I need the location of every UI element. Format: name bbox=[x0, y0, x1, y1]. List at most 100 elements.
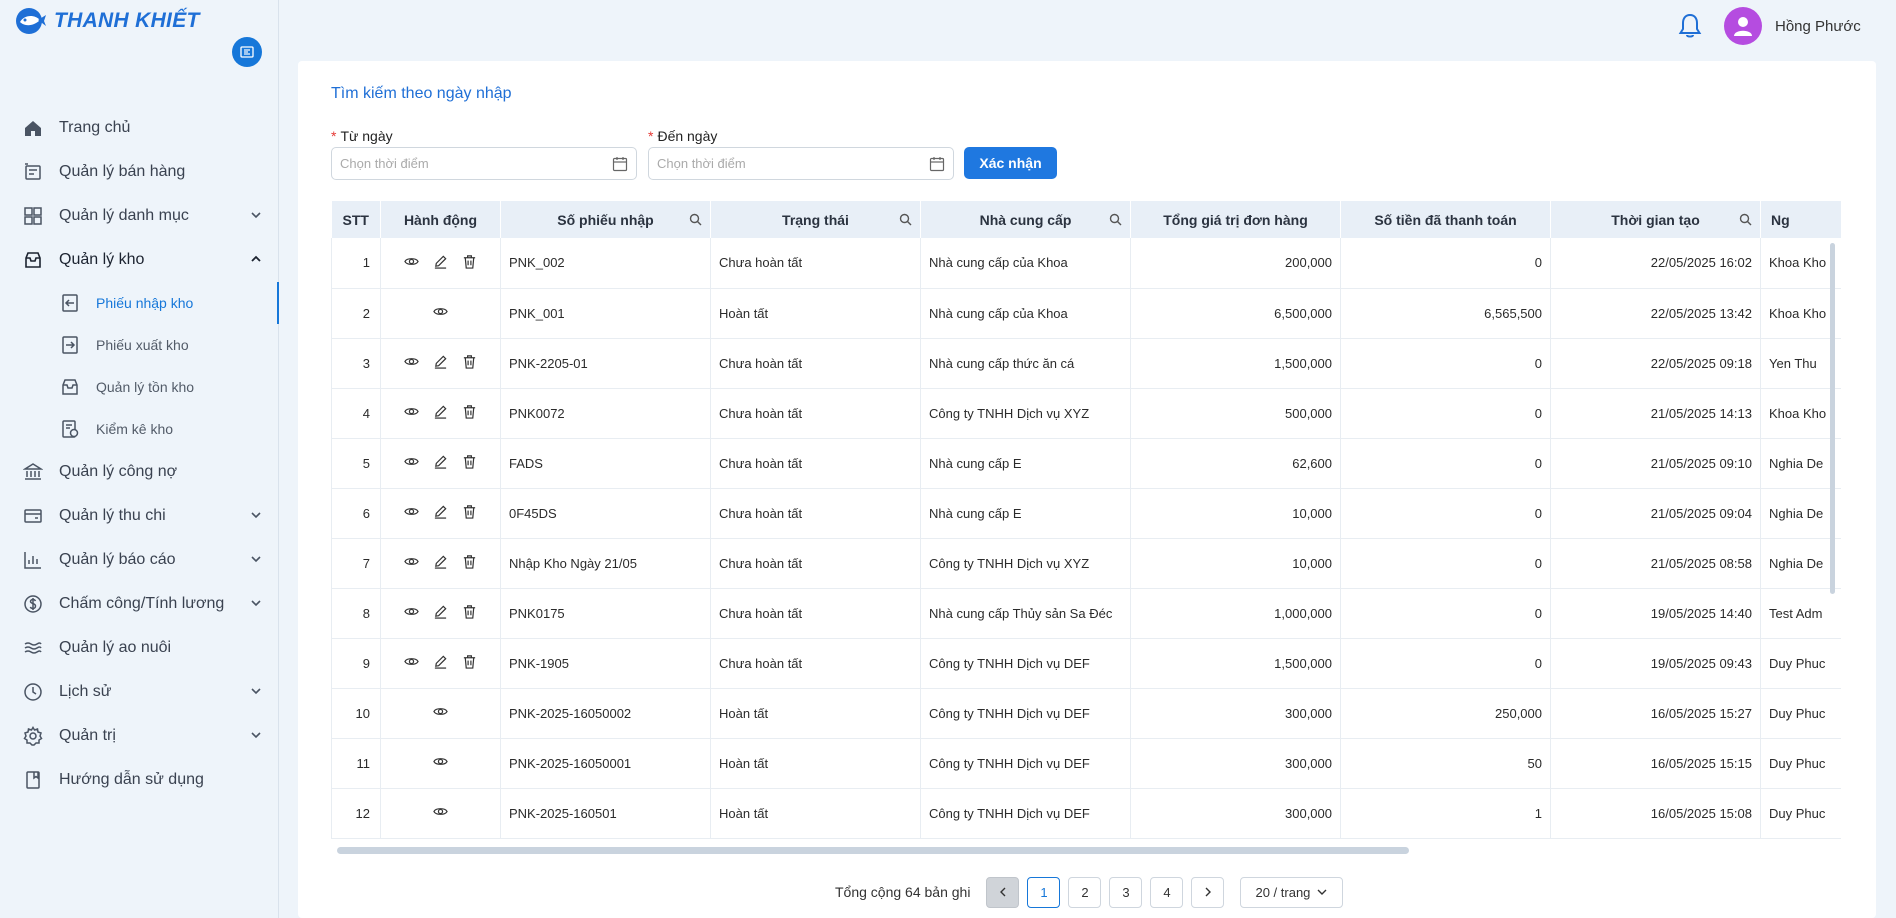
search-icon[interactable] bbox=[689, 213, 702, 226]
avatar[interactable] bbox=[1724, 7, 1762, 45]
delete-icon[interactable] bbox=[462, 254, 477, 269]
page-size-value: 20 / trang bbox=[1255, 884, 1311, 900]
sales-icon bbox=[22, 161, 44, 183]
page-button-4[interactable]: 4 bbox=[1150, 876, 1184, 908]
from-date-label-text: Từ ngày bbox=[340, 128, 393, 144]
search-icon[interactable] bbox=[1739, 213, 1752, 226]
cell-stt: 12 bbox=[331, 788, 381, 839]
table-row[interactable]: 12 PNK-2025-160501 Hoàn tất Công ty TNHH Dị… bbox=[331, 788, 1841, 839]
wallet-icon bbox=[22, 505, 44, 527]
table-row[interactable]: 10 PNK-2025-16050002 Hoàn tất Công ty TNHH … bbox=[331, 688, 1841, 739]
page-size-select[interactable]: 20 / trang bbox=[1240, 876, 1344, 908]
from-date-picker[interactable] bbox=[331, 147, 637, 180]
sidebar-item-cashflow[interactable]: Quản lý thu chi bbox=[0, 494, 279, 538]
sidebar-item-import-receipt[interactable]: Phiếu nhập kho bbox=[0, 282, 279, 324]
bell-icon[interactable] bbox=[1677, 12, 1703, 40]
page-button-3[interactable]: 3 bbox=[1109, 876, 1143, 908]
delete-icon[interactable] bbox=[462, 554, 477, 569]
cell-paid: 0 bbox=[1340, 238, 1551, 289]
table-row[interactable]: 5 FADS Chưa hoàn tất Nhà cung cấp E 62,600 0 2… bbox=[331, 438, 1841, 489]
username[interactable]: Hồng Phước bbox=[1775, 18, 1861, 35]
view-icon[interactable] bbox=[404, 504, 419, 519]
delete-icon[interactable] bbox=[462, 454, 477, 469]
cell-stt: 10 bbox=[331, 688, 381, 739]
sidebar-item-stocktake[interactable]: Kiểm kê kho bbox=[0, 408, 279, 450]
search-icon[interactable] bbox=[1109, 213, 1122, 226]
table-row[interactable]: 7 Nhập Kho Ngày 21/05 Chưa hoàn tất Công ty… bbox=[331, 538, 1841, 589]
view-icon[interactable] bbox=[433, 754, 448, 769]
edit-icon[interactable] bbox=[433, 604, 448, 619]
cell-paid: 0 bbox=[1340, 388, 1551, 439]
sidebar-item-history[interactable]: Lịch sử bbox=[0, 670, 279, 714]
view-icon[interactable] bbox=[433, 304, 448, 319]
delete-icon[interactable] bbox=[462, 404, 477, 419]
view-icon[interactable] bbox=[404, 654, 419, 669]
view-icon[interactable] bbox=[404, 604, 419, 619]
table-row[interactable]: 4 PNK0072 Chưa hoàn tất Công ty TNHH Dịch v… bbox=[331, 388, 1841, 439]
table-row[interactable]: 11 PNK-2025-16050001 Hoàn tất Công ty TNHH … bbox=[331, 738, 1841, 789]
view-icon[interactable] bbox=[404, 404, 419, 419]
table-row[interactable]: 1 PNK_002 Chưa hoàn tất Nhà cung cấp của Kh… bbox=[331, 238, 1841, 289]
sidebar-item-ponds[interactable]: Quản lý ao nuôi bbox=[0, 626, 279, 670]
delete-icon[interactable] bbox=[462, 504, 477, 519]
cell-supplier: Công ty TNHH Dịch vụ XYZ bbox=[920, 538, 1131, 589]
cell-paid: 50 bbox=[1340, 738, 1551, 789]
table-row[interactable]: 3 PNK-2205-01 Chưa hoàn tất Nhà cung cấp th… bbox=[331, 338, 1841, 389]
row-actions bbox=[404, 454, 477, 469]
to-date-input[interactable] bbox=[657, 156, 907, 171]
edit-icon[interactable] bbox=[433, 254, 448, 269]
delete-icon[interactable] bbox=[462, 654, 477, 669]
cell-created: 19/05/2025 09:43 bbox=[1550, 638, 1761, 689]
confirm-button[interactable]: Xác nhận bbox=[964, 147, 1057, 179]
table-row[interactable]: 2 PNK_001 Hoàn tất Nhà cung cấp của Khoa 6,5… bbox=[331, 288, 1841, 339]
sidebar-item-catalog[interactable]: Quản lý danh mục bbox=[0, 194, 279, 238]
sidebar-item-admin[interactable]: Quản trị bbox=[0, 714, 279, 758]
sidebar-item-reports[interactable]: Quản lý báo cáo bbox=[0, 538, 279, 582]
delete-icon[interactable] bbox=[462, 354, 477, 369]
search-icon[interactable] bbox=[899, 213, 912, 226]
vertical-scrollbar[interactable] bbox=[1830, 243, 1835, 594]
sidebar-item-export-receipt[interactable]: Phiếu xuất kho bbox=[0, 324, 279, 366]
chevron-down-icon bbox=[251, 512, 261, 519]
next-page-button[interactable] bbox=[1191, 876, 1225, 908]
cell-created: 22/05/2025 09:18 bbox=[1550, 338, 1761, 389]
sidebar-item-debt[interactable]: Quản lý công nợ bbox=[0, 450, 279, 494]
from-date-input[interactable] bbox=[340, 156, 590, 171]
sidebar-item-warehouse[interactable]: Quản lý kho bbox=[0, 238, 279, 282]
table-row[interactable]: 6 0F45DS Chưa hoàn tất Nhà cung cấp E 10,000… bbox=[331, 488, 1841, 539]
page-button-1[interactable]: 1 bbox=[1027, 876, 1061, 908]
calendar-icon[interactable] bbox=[929, 156, 945, 172]
sidebar-item-guide[interactable]: Hướng dẫn sử dụng bbox=[0, 758, 279, 802]
edit-icon[interactable] bbox=[433, 354, 448, 369]
collapse-sidebar-button[interactable] bbox=[232, 37, 262, 67]
edit-icon[interactable] bbox=[433, 404, 448, 419]
edit-icon[interactable] bbox=[433, 554, 448, 569]
edit-icon[interactable] bbox=[433, 504, 448, 519]
edit-icon[interactable] bbox=[433, 454, 448, 469]
delete-icon[interactable] bbox=[462, 604, 477, 619]
sidebar-item-label: Quản lý ao nuôi bbox=[59, 639, 172, 656]
view-icon[interactable] bbox=[404, 454, 419, 469]
view-icon[interactable] bbox=[404, 254, 419, 269]
sidebar-item-label: Trang chủ bbox=[59, 119, 131, 136]
sidebar-item-home[interactable]: Trang chủ bbox=[0, 106, 279, 150]
view-icon[interactable] bbox=[433, 704, 448, 719]
prev-page-button[interactable] bbox=[986, 876, 1020, 908]
view-icon[interactable] bbox=[404, 554, 419, 569]
edit-icon[interactable] bbox=[433, 654, 448, 669]
page-button-2[interactable]: 2 bbox=[1068, 876, 1102, 908]
clock-icon bbox=[22, 681, 44, 703]
view-icon[interactable] bbox=[433, 804, 448, 819]
view-icon[interactable] bbox=[404, 354, 419, 369]
import-receipts-table-container[interactable]: STT Hành động Số phiếu nhập Trạng thái N… bbox=[331, 201, 1841, 840]
calendar-icon[interactable] bbox=[612, 156, 628, 172]
sidebar-item-inventory[interactable]: Quản lý tồn kho bbox=[0, 366, 279, 408]
cell-status: Hoàn tất bbox=[710, 788, 921, 839]
to-date-picker[interactable] bbox=[648, 147, 954, 180]
horizontal-scrollbar[interactable] bbox=[337, 847, 1409, 854]
table-row[interactable]: 9 PNK-1905 Chưa hoàn tất Công ty TNHH Dịch … bbox=[331, 638, 1841, 689]
sidebar-item-payroll[interactable]: Chấm công/Tính lương bbox=[0, 582, 279, 626]
sidebar-item-sales[interactable]: Quản lý bán hàng bbox=[0, 150, 279, 194]
table-row[interactable]: 8 PNK0175 Chưa hoàn tất Nhà cung cấp Thủy s… bbox=[331, 588, 1841, 639]
logo[interactable]: THANH KHIẾT bbox=[14, 6, 200, 36]
